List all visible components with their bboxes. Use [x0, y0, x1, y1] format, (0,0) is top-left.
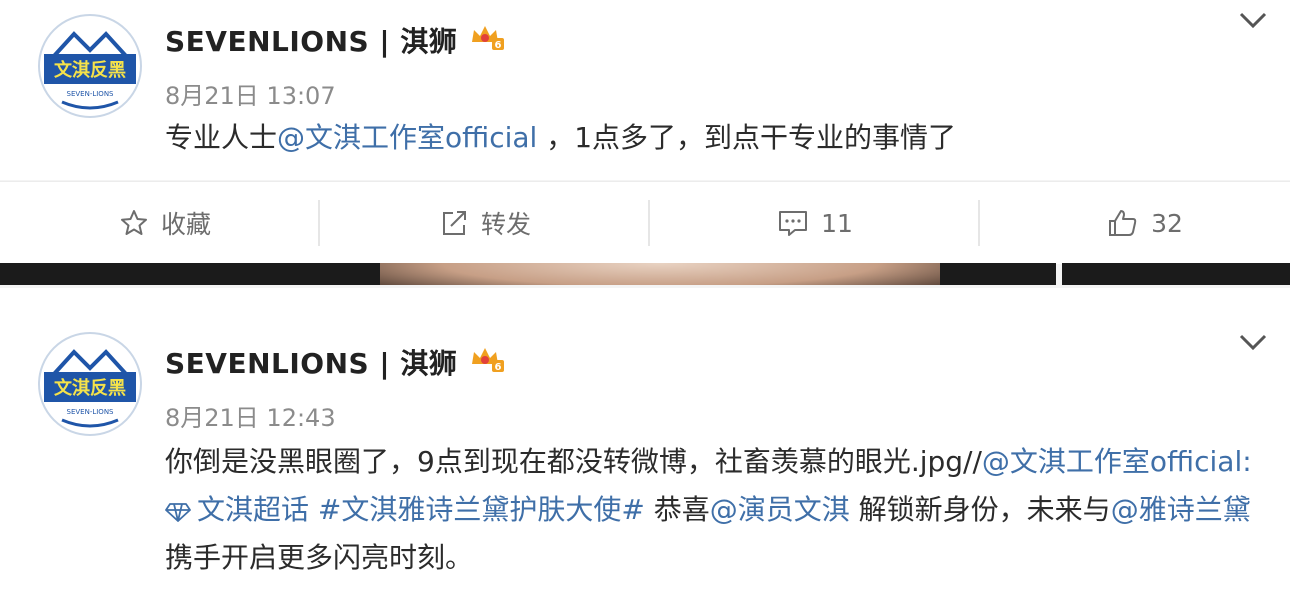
like-button[interactable]: 32 [980, 182, 1290, 264]
content-text: 你倒是没黑眼圈了，9点到现在都没转微博，社畜羡慕的眼光.jpg// [165, 445, 982, 478]
super-topic-label: 文淇超话 [197, 493, 310, 526]
favorite-label: 收藏 [160, 210, 211, 239]
content-text: ，1点多了，到点干专业的事情了 [537, 121, 957, 154]
content-text: 专业人士 [165, 121, 278, 154]
post-content: 专业人士@文淇工作室official ，1点多了，到点干专业的事情了 [165, 114, 1265, 162]
content-text: 恭喜 [644, 493, 710, 526]
mention-link[interactable]: @文淇工作室official [982, 445, 1242, 478]
post-content: 你倒是没黑眼圈了，9点到现在都没转微博，社畜羡慕的眼光.jpg//@文淇工作室o… [165, 438, 1265, 582]
avatar[interactable]: 文淇反黑 SEVEN-LIONS [38, 14, 142, 118]
comment-count: 11 [821, 208, 853, 238]
share-icon [442, 211, 466, 235]
avatar-text: 文淇反黑 [54, 377, 126, 399]
svg-text:6: 6 [495, 362, 502, 373]
repost-label: 转发 [480, 210, 531, 239]
chevron-down-icon[interactable] [1238, 332, 1268, 352]
weibo-post: 文淇反黑 SEVEN-LIONS SEVENLIONS | 淇狮 6 8月21日… [0, 288, 1290, 592]
mention-link[interactable]: @演员文淇 [710, 493, 850, 526]
super-topic-link[interactable]: 文淇超话 [165, 493, 309, 526]
post-timestamp[interactable]: 8月21日 12:43 [165, 398, 336, 433]
post-timestamp[interactable]: 8月21日 13:07 [165, 76, 336, 111]
hashtag-link[interactable]: #文淇雅诗兰黛护肤大使# [318, 493, 645, 526]
favorite-button[interactable]: 收藏 [0, 182, 330, 264]
content-text: 携手开启更多闪亮时刻。 [165, 541, 474, 574]
avatar-subtext: SEVEN-LIONS [67, 90, 115, 98]
comment-button[interactable]: 11 [650, 182, 980, 264]
username[interactable]: SEVENLIONS | 淇狮 [165, 20, 457, 60]
weibo-post: 文淇反黑 SEVEN-LIONS SEVENLIONS | 淇狮 6 8月21日… [0, 0, 1290, 180]
post-image[interactable] [1062, 263, 1290, 285]
like-count: 32 [1151, 208, 1183, 238]
avatar-text: 文淇反黑 [54, 59, 126, 81]
member-crown-icon: 6 [472, 26, 504, 51]
star-icon [120, 210, 147, 235]
mention-link[interactable]: @雅诗兰黛 [1111, 493, 1251, 526]
avatar-subtext: SEVEN-LIONS [67, 408, 115, 416]
repost-button[interactable]: 转发 [320, 182, 650, 264]
svg-text:6: 6 [495, 40, 502, 51]
comment-icon [779, 211, 808, 236]
avatar[interactable]: 文淇反黑 SEVEN-LIONS [38, 332, 142, 436]
post-image[interactable] [0, 263, 1056, 285]
member-crown-icon: 6 [472, 348, 504, 373]
diamond-icon [165, 503, 191, 522]
content-text: : [1242, 445, 1252, 478]
chevron-down-icon[interactable] [1238, 10, 1268, 30]
username[interactable]: SEVENLIONS | 淇狮 [165, 342, 457, 382]
mention-link[interactable]: @文淇工作室official [277, 121, 537, 154]
content-text: 解锁新身份，未来与 [849, 493, 1111, 526]
post-action-bar: 收藏 转发 11 32 [0, 181, 1290, 264]
thumbs-up-icon [1109, 210, 1137, 236]
